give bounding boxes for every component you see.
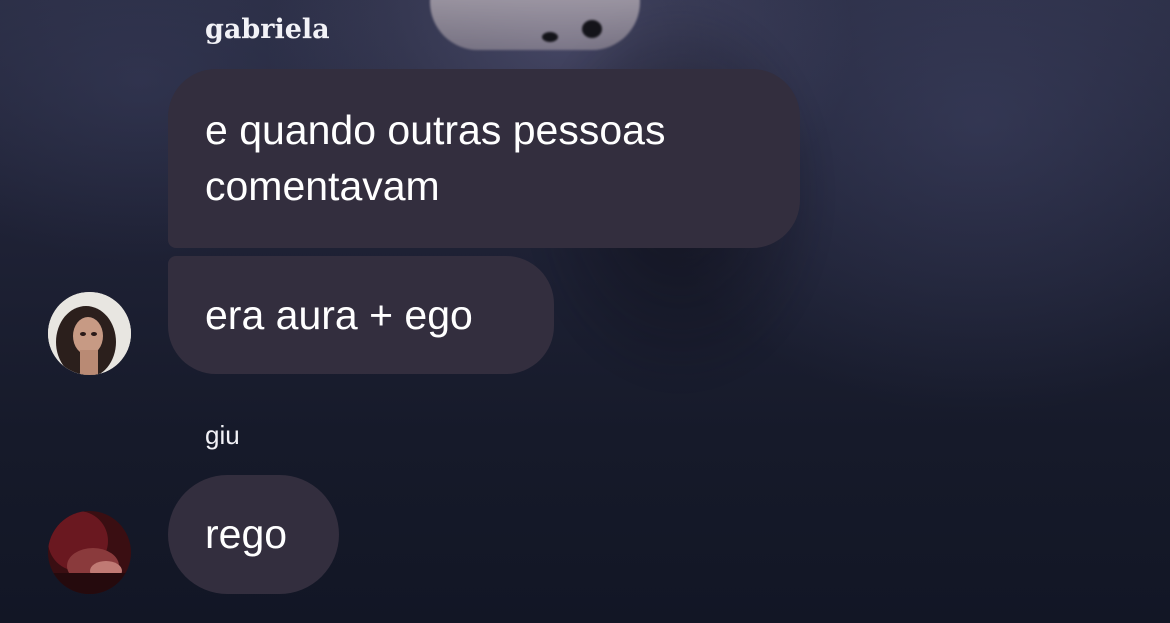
avatar-photo-icon	[48, 511, 131, 594]
sender-name-gabriela: gabriela	[205, 14, 330, 45]
message-text: era aura + ego	[205, 292, 473, 338]
avatar-gabriela[interactable]	[48, 292, 131, 375]
background-hand	[430, 0, 640, 50]
sender-name-giu: giu	[205, 420, 240, 450]
avatar-photo-icon	[48, 292, 131, 375]
message-text: e quando outras pessoas comentavam	[205, 107, 666, 209]
message-bubble[interactable]: e quando outras pessoas comentavam	[168, 69, 800, 248]
message-text: rego	[205, 511, 288, 557]
message-bubble[interactable]: era aura + ego	[168, 256, 554, 374]
message-bubble[interactable]: rego	[168, 475, 339, 594]
avatar-giu[interactable]	[48, 511, 131, 594]
